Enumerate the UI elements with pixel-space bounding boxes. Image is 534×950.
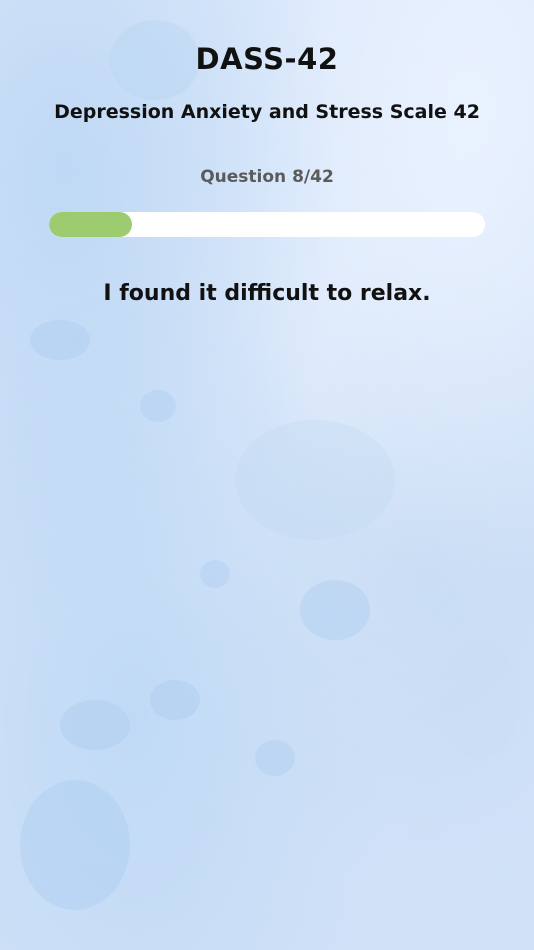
watercolor-background bbox=[0, 0, 534, 950]
progress-bar-fill bbox=[49, 212, 133, 237]
app-title: DASS-42 bbox=[195, 42, 339, 76]
question-text: I found it difficult to relax. bbox=[103, 281, 431, 306]
app-subtitle: Depression Anxiety and Stress Scale 42 bbox=[54, 101, 480, 123]
question-counter: Question 8/42 bbox=[200, 167, 334, 187]
progress-bar bbox=[49, 212, 485, 237]
